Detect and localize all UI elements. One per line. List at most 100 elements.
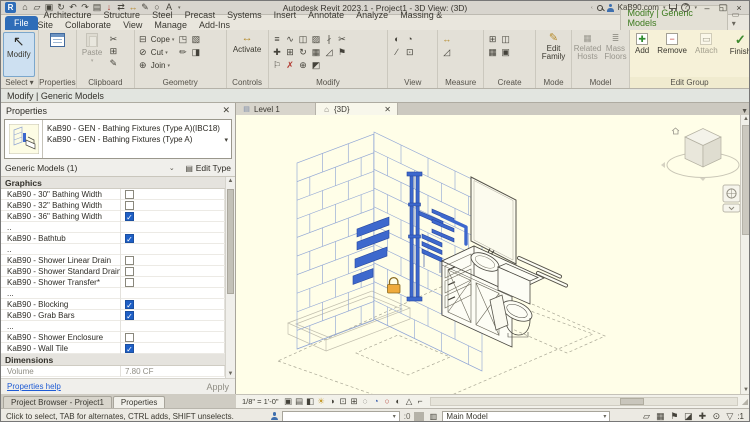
param-checkbox[interactable]: ✓ — [125, 344, 134, 353]
search-icon[interactable] — [597, 5, 603, 11]
element-dropdown-caret-icon[interactable]: ⌄ — [169, 164, 175, 172]
help-menu-caret-icon[interactable]: ▾ — [694, 5, 697, 11]
home-icon[interactable]: ⌂ — [19, 2, 31, 13]
drag-elements-icon[interactable]: ✚ — [696, 411, 708, 422]
edit-family-button[interactable]: ✎ Edit Family — [538, 32, 569, 77]
close-button[interactable]: × — [733, 3, 745, 13]
mirror-pick-axis-icon[interactable]: ◫ — [297, 34, 310, 47]
linework-icon[interactable]: ∕ — [390, 47, 403, 60]
delete-icon[interactable]: ✗ — [284, 60, 297, 73]
section-header[interactable]: Graphics — [1, 177, 225, 189]
canvas-horizontal-scrollbar[interactable] — [430, 397, 738, 406]
scale-icon[interactable]: ◿ — [323, 47, 336, 60]
crop-view-icon[interactable]: ⊡ — [338, 396, 349, 407]
signed-in-user[interactable]: KaB90.com — [618, 3, 659, 12]
align-icon[interactable]: ≡ — [271, 34, 284, 47]
cut-button[interactable]: ⊘Cut▾ — [137, 47, 175, 58]
panel-label-controls[interactable]: Controls — [227, 77, 268, 88]
filter-icon[interactable]: ▽ — [726, 411, 733, 422]
param-checkbox[interactable]: ✓ — [125, 234, 134, 243]
panel-label-clipboard[interactable]: Clipboard — [77, 77, 134, 88]
navigation-bar[interactable] — [723, 185, 740, 212]
revit-app-button[interactable]: R — [5, 2, 16, 13]
visual-style-icon[interactable]: ◧ — [305, 396, 316, 407]
paste-button[interactable]: Paste ▾ — [79, 32, 105, 77]
viewcube[interactable] — [661, 128, 740, 181]
move-icon[interactable]: ✚ — [271, 47, 284, 60]
panel-label-mode[interactable]: Mode — [536, 77, 571, 88]
panel-label-modify[interactable]: Modify — [269, 77, 388, 88]
shower-seat-selected[interactable] — [422, 234, 442, 273]
view-tab-level1[interactable]: ▤ Level 1 — [236, 103, 316, 115]
finish-button[interactable]: ✓ Finish — [727, 32, 750, 77]
panel-label-measure[interactable]: Measure — [438, 77, 483, 88]
tab-properties[interactable]: Properties — [113, 396, 165, 408]
tab-insert[interactable]: Insert — [268, 8, 303, 22]
shadows-icon[interactable]: ◑ — [327, 396, 338, 407]
blocking-panels-selected[interactable] — [353, 217, 389, 285]
properties-toggle-button[interactable] — [47, 32, 68, 77]
tab-list-caret-icon[interactable]: ▼ — [738, 108, 750, 115]
scale-button[interactable]: 1/8" = 1'-0" — [239, 397, 282, 406]
scroll-down-icon[interactable]: ▼ — [741, 387, 750, 393]
panel-label-select[interactable]: Select ▾ — [1, 77, 38, 88]
show-crop-region-icon[interactable]: ⊞ — [349, 396, 360, 407]
create-group-icon[interactable]: ▦ — [486, 47, 499, 60]
model-canvas[interactable] — [236, 115, 740, 394]
detail-level-icon[interactable]: ▤ — [294, 396, 305, 407]
param-checkbox[interactable]: ✓ — [125, 212, 134, 221]
panel-label-edit-group[interactable]: Edit Group — [630, 77, 749, 88]
select-links-icon[interactable]: ▱ — [640, 411, 652, 422]
design-option-dropdown[interactable]: Main Model▾ — [442, 411, 610, 422]
create-assembly-icon[interactable]: ◫ — [499, 34, 512, 47]
param-checkbox[interactable] — [125, 190, 134, 199]
copy-icon[interactable]: ⊞ — [284, 47, 297, 60]
measure-along-element-icon[interactable]: ◿ — [440, 47, 453, 60]
select-pinned-icon[interactable]: ⚑ — [668, 411, 680, 422]
add-to-group-button[interactable]: ✚ Add — [632, 32, 652, 77]
create-similar-icon[interactable]: ▣ — [499, 47, 512, 60]
param-checkbox[interactable] — [125, 333, 134, 342]
cope-button[interactable]: ⊟Cope▾ — [137, 34, 175, 45]
panel-label-geometry[interactable]: Geometry — [135, 77, 226, 88]
mirror-draw-axis-icon[interactable]: ▨ — [310, 34, 323, 47]
hide-in-view-icon[interactable]: ◔ — [403, 34, 416, 47]
show-rendering-dialog-icon[interactable]: ▣ — [283, 396, 294, 407]
tab-project-browser[interactable]: Project Browser - Project1 — [3, 396, 112, 408]
pin-lock-icon[interactable] — [388, 278, 401, 293]
scroll-up-icon[interactable]: ▲ — [226, 178, 235, 184]
override-graphics-icon[interactable]: ◐ — [390, 34, 403, 47]
edit-type-button[interactable]: ▤ Edit Type — [185, 163, 231, 174]
select-underlay-icon[interactable]: ▦ — [654, 411, 666, 422]
scroll-down-icon[interactable]: ▼ — [226, 371, 235, 377]
copy-to-clipboard-icon[interactable]: ⊞ — [107, 46, 119, 57]
related-hosts-button[interactable]: ▦ Related Hosts — [574, 32, 601, 77]
measure-between-refs-icon[interactable]: ↔ — [440, 34, 453, 47]
split-element-icon[interactable]: ∤ — [323, 34, 336, 47]
tab-annotate[interactable]: Annotate — [302, 8, 350, 22]
scrollbar-thumb[interactable] — [227, 189, 234, 294]
param-checkbox[interactable]: ✓ — [125, 311, 134, 320]
properties-help-link[interactable]: Properties help — [7, 382, 61, 391]
modify-button[interactable]: ↖ Modify — [3, 32, 35, 77]
panel-label-create[interactable]: Create — [484, 77, 535, 88]
select-by-face-icon[interactable]: ◪ — [682, 411, 694, 422]
param-checkbox[interactable] — [125, 278, 134, 287]
trim-extend-icon[interactable]: ✂ — [336, 34, 349, 47]
pin-icon[interactable]: ⚑ — [336, 47, 349, 60]
wall-joins-icon[interactable]: ▧ — [189, 34, 202, 47]
panel-label-model[interactable]: Model — [572, 77, 629, 88]
unlocked-view-icon[interactable]: ◌ — [360, 396, 371, 407]
scroll-up-icon[interactable]: ▲ — [741, 115, 750, 122]
demolish-icon[interactable]: ◨ — [189, 47, 202, 60]
section-header[interactable]: Dimensions — [1, 354, 225, 366]
unpin-icon[interactable]: ⚐ — [271, 60, 284, 73]
param-checkbox[interactable] — [125, 267, 134, 276]
type-selector[interactable]: KaB90 - GEN - Bathing Fixtures (Type A)(… — [4, 119, 232, 159]
displace-elements-icon[interactable]: ⊡ — [403, 47, 416, 60]
slat-panel-selected[interactable] — [432, 209, 454, 242]
apply-button[interactable]: Apply — [206, 382, 229, 392]
app-store-cart-icon[interactable] — [669, 4, 677, 9]
param-checkbox[interactable] — [125, 256, 134, 265]
scrollbar-thumb[interactable] — [620, 398, 644, 405]
